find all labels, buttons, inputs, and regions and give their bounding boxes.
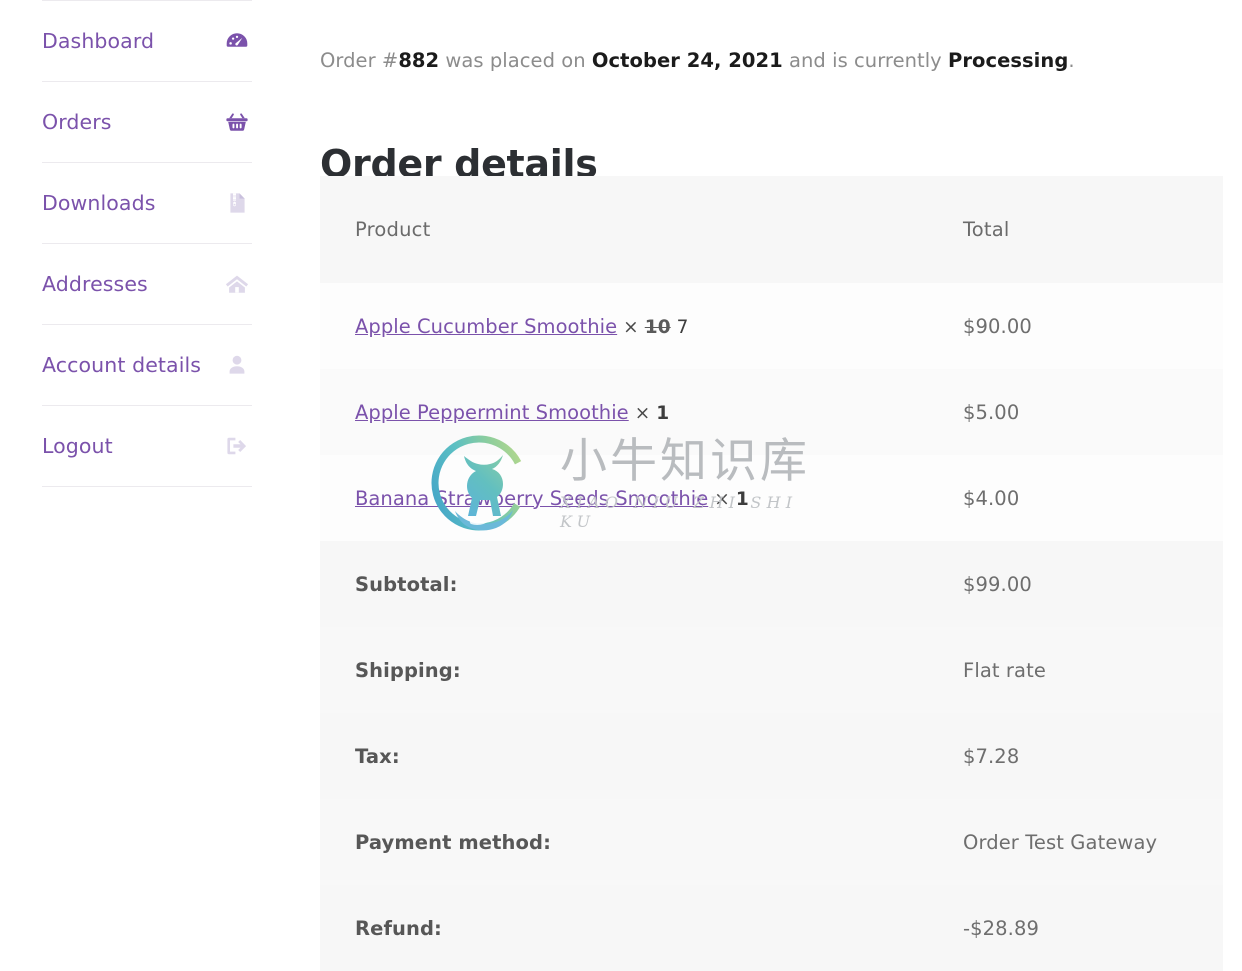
zip-file-icon <box>224 190 250 216</box>
product-link[interactable]: Apple Peppermint Smoothie <box>355 401 629 424</box>
qty-separator: × <box>623 316 639 338</box>
table-row: Apple Peppermint Smoothie × 1 $5.00 <box>320 369 1223 455</box>
order-summary-rows: Subtotal: $99.00 Shipping: Flat rate Tax… <box>320 541 1223 971</box>
product-rows: Apple Cucumber Smoothie × 10 7 $90.00 Ap… <box>320 283 1223 541</box>
summary-value: Order Test Gateway <box>963 830 1158 854</box>
qty-separator: × <box>634 402 651 424</box>
order-status-text: Order #882 was placed on October 24, 202… <box>320 20 1224 74</box>
order-number: 882 <box>398 48 440 72</box>
product-total: $90.00 <box>963 314 1032 338</box>
order-status-period: . <box>1068 48 1075 72</box>
product-link[interactable]: Apple Cucumber Smoothie <box>355 315 617 338</box>
sidebar-item-label: Downloads <box>42 190 156 215</box>
product-total-cell: $90.00 <box>928 283 1223 369</box>
summary-label: Payment method: <box>355 830 551 854</box>
product-total: $5.00 <box>963 400 1020 424</box>
summary-row-tax: Tax: $7.28 <box>320 713 1223 799</box>
summary-row-shipping: Shipping: Flat rate <box>320 627 1223 713</box>
summary-value: $7.28 <box>963 744 1020 768</box>
qty-new-value: 1 <box>656 402 670 424</box>
qty-old-value: 10 <box>644 316 671 338</box>
summary-value: Flat rate <box>963 658 1046 682</box>
summary-label: Refund: <box>355 916 442 940</box>
logout-arrow-icon <box>224 433 250 459</box>
table-row: Banana Strawberry Seeds Smoothie × 1 $4.… <box>320 455 1223 541</box>
product-cell: Apple Peppermint Smoothie × 1 <box>320 369 928 455</box>
home-icon <box>224 271 250 297</box>
summary-label: Shipping: <box>355 658 461 682</box>
product-quantity: × 10 7 <box>617 317 688 338</box>
order-status-badge: Processing <box>948 48 1069 72</box>
nav-divider <box>42 486 252 487</box>
table-header-row: Product Total <box>320 176 1223 283</box>
summary-row-subtotal: Subtotal: $99.00 <box>320 541 1223 627</box>
order-status-suffix: and is currently <box>782 48 949 72</box>
page-title: Order details <box>320 142 598 187</box>
sidebar-item-label: Account details <box>42 352 202 377</box>
product-cell: Apple Cucumber Smoothie × 10 7 <box>320 283 928 369</box>
product-cell: Banana Strawberry Seeds Smoothie × 1 <box>320 455 928 541</box>
summary-value: -$28.89 <box>963 916 1039 940</box>
qty-separator: × <box>714 488 730 510</box>
sidebar-item-addresses[interactable]: Addresses <box>42 244 252 324</box>
summary-row-payment-method: Payment method: Order Test Gateway <box>320 799 1223 885</box>
user-person-icon <box>224 352 250 378</box>
summary-label: Tax: <box>355 744 400 768</box>
sidebar-item-label: Logout <box>42 433 113 458</box>
product-total-cell: $5.00 <box>928 369 1223 455</box>
order-status-prefix: Order # <box>320 48 399 72</box>
sidebar-item-account-details[interactable]: Account details <box>42 325 252 405</box>
qty-new-value: 1 <box>735 488 749 510</box>
order-date: October 24, 2021 <box>591 48 783 72</box>
sidebar-item-label: Orders <box>42 109 112 134</box>
table-head: Product Total <box>320 176 1223 283</box>
sidebar-item-logout[interactable]: Logout <box>42 406 252 486</box>
product-total-cell: $4.00 <box>928 455 1223 541</box>
column-header-product: Product <box>320 176 928 283</box>
account-navigation: Dashboard Orders Downloads Addresses Acc… <box>42 0 252 487</box>
product-total: $4.00 <box>963 486 1020 510</box>
summary-label: Subtotal: <box>355 572 458 596</box>
product-link[interactable]: Banana Strawberry Seeds Smoothie <box>355 487 708 510</box>
sidebar-item-downloads[interactable]: Downloads <box>42 163 252 243</box>
order-received-page: Dashboard Orders Downloads Addresses Acc… <box>0 0 1242 971</box>
shopping-basket-icon <box>224 109 250 135</box>
order-details-table: Product Total Apple Cucumber Smoothie × … <box>320 176 1223 971</box>
order-status-middle: was placed on <box>439 48 592 72</box>
sidebar-item-label: Dashboard <box>42 28 155 53</box>
qty-new-value: 7 <box>676 316 689 338</box>
summary-row-refund: Refund: -$28.89 <box>320 885 1223 971</box>
sidebar-item-orders[interactable]: Orders <box>42 82 252 162</box>
sidebar-item-dashboard[interactable]: Dashboard <box>42 1 252 81</box>
sidebar-item-label: Addresses <box>42 271 148 296</box>
column-header-total: Total <box>928 176 1223 283</box>
product-quantity: × 1 <box>629 403 670 424</box>
table-row: Apple Cucumber Smoothie × 10 7 $90.00 <box>320 283 1223 369</box>
summary-value: $99.00 <box>963 572 1032 596</box>
product-quantity: × 1 <box>708 489 749 510</box>
order-main-content: Order #882 was placed on October 24, 202… <box>320 0 1224 187</box>
dashboard-gauge-icon <box>224 28 250 54</box>
